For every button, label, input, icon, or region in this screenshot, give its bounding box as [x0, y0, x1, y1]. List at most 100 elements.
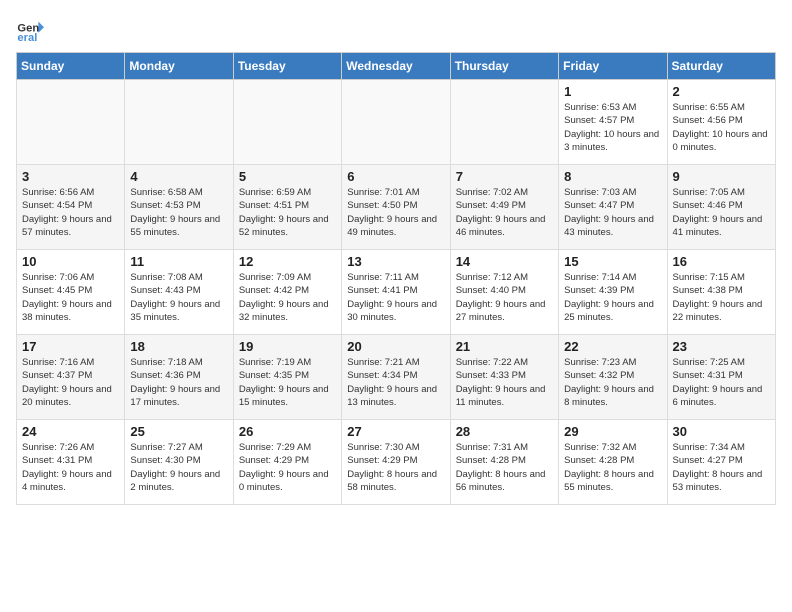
day-info: Sunrise: 7:12 AM Sunset: 4:40 PM Dayligh… [456, 271, 553, 324]
day-info: Sunrise: 7:27 AM Sunset: 4:30 PM Dayligh… [130, 441, 227, 494]
day-number: 3 [22, 169, 119, 184]
day-info: Sunrise: 7:25 AM Sunset: 4:31 PM Dayligh… [673, 356, 770, 409]
day-number: 24 [22, 424, 119, 439]
header-cell-sunday: Sunday [17, 53, 125, 80]
svg-text:eral: eral [17, 32, 37, 44]
day-cell: 19 Sunrise: 7:19 AM Sunset: 4:35 PM Dayli… [233, 335, 341, 420]
week-row-3: 10Sunrise: 7:06 AM Sunset: 4:45 PM Dayli… [17, 250, 776, 335]
day-cell: 12 Sunrise: 7:09 AM Sunset: 4:42 PM Dayli… [233, 250, 341, 335]
day-cell [450, 80, 558, 165]
day-cell: 20 Sunrise: 7:21 AM Sunset: 4:34 PM Dayli… [342, 335, 450, 420]
day-cell: 26 Sunrise: 7:29 AM Sunset: 4:29 PM Dayli… [233, 420, 341, 505]
day-cell: 7 Sunrise: 7:02 AM Sunset: 4:49 PM Daylig… [450, 165, 558, 250]
day-info: Sunrise: 7:02 AM Sunset: 4:49 PM Dayligh… [456, 186, 553, 239]
day-cell: 18 Sunrise: 7:18 AM Sunset: 4:36 PM Dayli… [125, 335, 233, 420]
day-number: 16 [673, 254, 770, 269]
day-cell: 25 Sunrise: 7:27 AM Sunset: 4:30 PM Dayli… [125, 420, 233, 505]
day-number: 26 [239, 424, 336, 439]
day-info: Sunrise: 7:19 AM Sunset: 4:35 PM Dayligh… [239, 356, 336, 409]
day-number: 22 [564, 339, 661, 354]
day-number: 20 [347, 339, 444, 354]
day-cell: 6 Sunrise: 7:01 AM Sunset: 4:50 PM Daylig… [342, 165, 450, 250]
day-cell: 29Sunrise: 7:32 AM Sunset: 4:28 PM Dayli… [559, 420, 667, 505]
day-number: 19 [239, 339, 336, 354]
day-info: Sunrise: 7:16 AM Sunset: 4:37 PM Dayligh… [22, 356, 119, 409]
day-cell: 22Sunrise: 7:23 AM Sunset: 4:32 PM Dayli… [559, 335, 667, 420]
day-cell: 24 Sunrise: 7:26 AM Sunset: 4:31 PM Dayli… [17, 420, 125, 505]
day-number: 11 [130, 254, 227, 269]
header-cell-saturday: Saturday [667, 53, 775, 80]
day-info: Sunrise: 7:31 AM Sunset: 4:28 PM Dayligh… [456, 441, 553, 494]
day-info: Sunrise: 7:30 AM Sunset: 4:29 PM Dayligh… [347, 441, 444, 494]
day-cell: 2 Sunrise: 6:55 AM Sunset: 4:56 PM Daylig… [667, 80, 775, 165]
header-cell-wednesday: Wednesday [342, 53, 450, 80]
day-number: 21 [456, 339, 553, 354]
header: Gen eral [16, 16, 776, 44]
day-cell [125, 80, 233, 165]
day-cell: 14 Sunrise: 7:12 AM Sunset: 4:40 PM Dayli… [450, 250, 558, 335]
day-number: 13 [347, 254, 444, 269]
day-info: Sunrise: 7:32 AM Sunset: 4:28 PM Dayligh… [564, 441, 661, 494]
day-info: Sunrise: 7:09 AM Sunset: 4:42 PM Dayligh… [239, 271, 336, 324]
day-number: 15 [564, 254, 661, 269]
day-cell: 16Sunrise: 7:15 AM Sunset: 4:38 PM Dayli… [667, 250, 775, 335]
day-cell: 27 Sunrise: 7:30 AM Sunset: 4:29 PM Dayli… [342, 420, 450, 505]
day-cell: 3Sunrise: 6:56 AM Sunset: 4:54 PM Daylig… [17, 165, 125, 250]
day-info: Sunrise: 7:03 AM Sunset: 4:47 PM Dayligh… [564, 186, 661, 239]
day-info: Sunrise: 7:14 AM Sunset: 4:39 PM Dayligh… [564, 271, 661, 324]
day-info: Sunrise: 6:53 AM Sunset: 4:57 PM Dayligh… [564, 101, 661, 154]
day-cell: 15 Sunrise: 7:14 AM Sunset: 4:39 PM Dayli… [559, 250, 667, 335]
day-number: 4 [130, 169, 227, 184]
day-info: Sunrise: 6:58 AM Sunset: 4:53 PM Dayligh… [130, 186, 227, 239]
week-row-1: 1 Sunrise: 6:53 AM Sunset: 4:57 PM Daylig… [17, 80, 776, 165]
day-cell: 5Sunrise: 6:59 AM Sunset: 4:51 PM Daylig… [233, 165, 341, 250]
day-cell: 23 Sunrise: 7:25 AM Sunset: 4:31 PM Dayli… [667, 335, 775, 420]
day-cell: 10Sunrise: 7:06 AM Sunset: 4:45 PM Dayli… [17, 250, 125, 335]
day-number: 30 [673, 424, 770, 439]
day-cell: 8 Sunrise: 7:03 AM Sunset: 4:47 PM Daylig… [559, 165, 667, 250]
day-cell [342, 80, 450, 165]
day-number: 6 [347, 169, 444, 184]
header-cell-monday: Monday [125, 53, 233, 80]
day-info: Sunrise: 7:05 AM Sunset: 4:46 PM Dayligh… [673, 186, 770, 239]
day-cell: 4 Sunrise: 6:58 AM Sunset: 4:53 PM Daylig… [125, 165, 233, 250]
day-number: 27 [347, 424, 444, 439]
day-number: 10 [22, 254, 119, 269]
day-info: Sunrise: 6:55 AM Sunset: 4:56 PM Dayligh… [673, 101, 770, 154]
day-cell: 9 Sunrise: 7:05 AM Sunset: 4:46 PM Daylig… [667, 165, 775, 250]
day-number: 8 [564, 169, 661, 184]
header-row: SundayMondayTuesdayWednesdayThursdayFrid… [17, 53, 776, 80]
day-info: Sunrise: 7:01 AM Sunset: 4:50 PM Dayligh… [347, 186, 444, 239]
day-cell: 28 Sunrise: 7:31 AM Sunset: 4:28 PM Dayli… [450, 420, 558, 505]
day-cell: 21 Sunrise: 7:22 AM Sunset: 4:33 PM Dayli… [450, 335, 558, 420]
day-number: 28 [456, 424, 553, 439]
day-cell: 30 Sunrise: 7:34 AM Sunset: 4:27 PM Dayli… [667, 420, 775, 505]
day-number: 9 [673, 169, 770, 184]
day-cell: 17Sunrise: 7:16 AM Sunset: 4:37 PM Dayli… [17, 335, 125, 420]
day-info: Sunrise: 7:21 AM Sunset: 4:34 PM Dayligh… [347, 356, 444, 409]
header-cell-friday: Friday [559, 53, 667, 80]
day-number: 25 [130, 424, 227, 439]
day-info: Sunrise: 7:29 AM Sunset: 4:29 PM Dayligh… [239, 441, 336, 494]
day-info: Sunrise: 7:34 AM Sunset: 4:27 PM Dayligh… [673, 441, 770, 494]
day-info: Sunrise: 7:11 AM Sunset: 4:41 PM Dayligh… [347, 271, 444, 324]
day-cell [17, 80, 125, 165]
header-cell-tuesday: Tuesday [233, 53, 341, 80]
day-number: 23 [673, 339, 770, 354]
day-number: 1 [564, 84, 661, 99]
day-number: 14 [456, 254, 553, 269]
day-info: Sunrise: 7:08 AM Sunset: 4:43 PM Dayligh… [130, 271, 227, 324]
logo: Gen eral [16, 16, 48, 44]
day-number: 12 [239, 254, 336, 269]
day-number: 2 [673, 84, 770, 99]
day-info: Sunrise: 7:18 AM Sunset: 4:36 PM Dayligh… [130, 356, 227, 409]
day-info: Sunrise: 7:26 AM Sunset: 4:31 PM Dayligh… [22, 441, 119, 494]
day-info: Sunrise: 7:22 AM Sunset: 4:33 PM Dayligh… [456, 356, 553, 409]
day-cell: 1 Sunrise: 6:53 AM Sunset: 4:57 PM Daylig… [559, 80, 667, 165]
week-row-5: 24 Sunrise: 7:26 AM Sunset: 4:31 PM Dayli… [17, 420, 776, 505]
day-number: 18 [130, 339, 227, 354]
day-number: 7 [456, 169, 553, 184]
header-cell-thursday: Thursday [450, 53, 558, 80]
week-row-4: 17Sunrise: 7:16 AM Sunset: 4:37 PM Dayli… [17, 335, 776, 420]
day-number: 5 [239, 169, 336, 184]
